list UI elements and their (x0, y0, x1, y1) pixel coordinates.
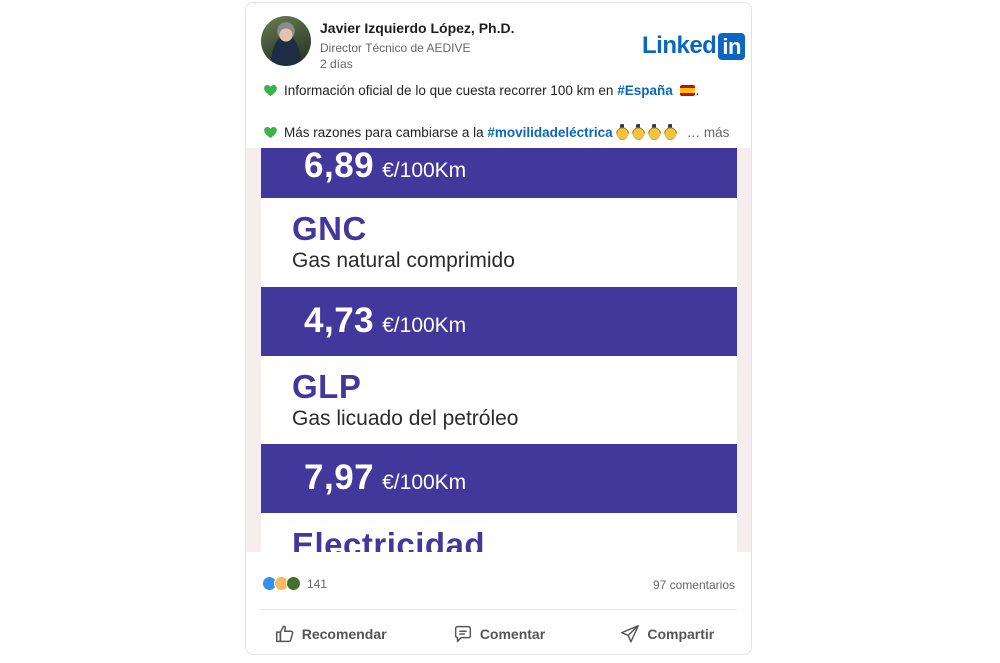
medal-icon (663, 124, 677, 140)
post-card: Javier Izquierdo López, Ph.D. Director T… (245, 2, 752, 655)
reactions-summary[interactable]: 141 (262, 576, 327, 591)
price-value: 7,97 (304, 458, 375, 497)
author-title: Director Técnico de AEDIVE (320, 41, 471, 55)
post-text: Información oficial de lo que cuesta rec… (284, 83, 614, 98)
post-text-line-2: Más razones para cambiarse a la #movilid… (263, 124, 729, 140)
action-bar: Recomendar Comentar Compartir (246, 615, 751, 653)
fuel-title: GNC (292, 210, 367, 247)
thumbs-up-icon (275, 625, 294, 643)
price-unit: €/100Km (382, 314, 467, 337)
fuel-cost-infographic: 6,89 €/100Km GNC Gas natural comprimido … (261, 148, 737, 552)
support-icon (286, 576, 301, 591)
green-heart-icon (264, 85, 277, 97)
linkedin-logo: Linked in (642, 32, 745, 60)
comment-label: Comentar (479, 626, 546, 642)
price-band: 6,89 €/100Km (261, 148, 737, 198)
post-text: Más razones para cambiarse a la (284, 124, 484, 140)
comments-count[interactable]: 97 comentarios (653, 578, 735, 592)
fuel-subtitle: Gas natural comprimido (292, 249, 515, 272)
fuel-subtitle: Gas licuado del petróleo (292, 407, 519, 430)
comment-button[interactable]: Comentar (414, 615, 582, 653)
send-icon (621, 625, 640, 643)
medal-icon (631, 124, 645, 140)
comment-icon (454, 625, 471, 643)
hashtag-espana[interactable]: #España (617, 83, 673, 98)
share-label: Compartir (647, 626, 715, 642)
reaction-count[interactable]: 141 (307, 577, 327, 591)
price-band: 7,97 €/100Km (261, 444, 737, 513)
logo-text: Linked (642, 32, 717, 59)
like-button[interactable]: Recomendar (246, 615, 414, 653)
price-value: 6,89 (304, 148, 375, 185)
like-label: Recomendar (301, 626, 387, 642)
divider (260, 609, 737, 610)
fuel-title: Electricidad (292, 526, 486, 552)
post-text-line-1: Información oficial de lo que cuesta rec… (263, 83, 699, 98)
price-unit: €/100Km (382, 159, 467, 182)
fuel-title: GLP (292, 368, 362, 405)
medal-icon (647, 124, 661, 140)
avatar[interactable] (261, 16, 311, 66)
price-value: 4,73 (304, 301, 375, 340)
author-name[interactable]: Javier Izquierdo López, Ph.D. (320, 20, 514, 36)
spain-flag-icon (680, 85, 696, 96)
hashtag-movilidad[interactable]: #movilidadeléctrica (487, 125, 612, 140)
see-more-link[interactable]: … más (687, 125, 730, 140)
post-image[interactable]: 6,89 €/100Km GNC Gas natural comprimido … (246, 148, 751, 552)
logo-box: in (718, 32, 745, 60)
price-band: 4,73 €/100Km (261, 287, 737, 356)
post-text-end: . (695, 83, 700, 98)
share-button[interactable]: Compartir (583, 615, 751, 653)
green-heart-icon (264, 126, 277, 138)
post-time: 2 días (320, 57, 353, 71)
price-unit: €/100Km (382, 471, 467, 494)
medal-icon (615, 124, 629, 140)
